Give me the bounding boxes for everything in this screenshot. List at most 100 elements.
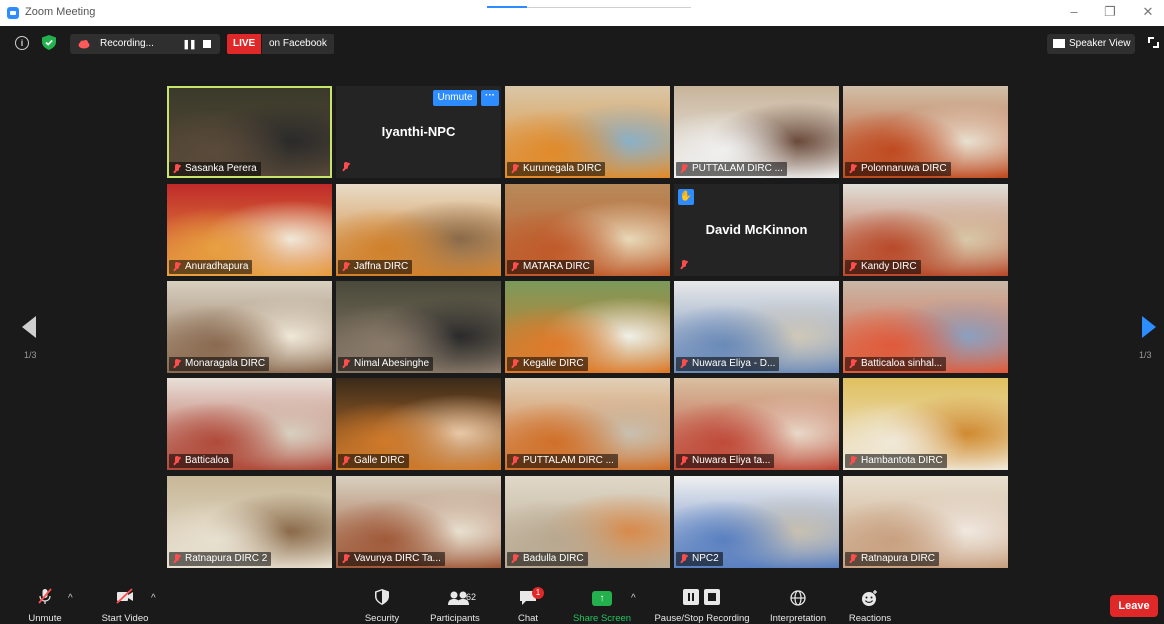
participant-video-tile[interactable]: Sasanka Perera: [167, 86, 332, 178]
muted-mic-icon: [342, 359, 350, 369]
start-video-button[interactable]: Start Video: [95, 585, 155, 624]
zoom-app-icon: [7, 7, 19, 19]
stop-recording-icon[interactable]: [203, 40, 211, 48]
participant-name: MATARA DIRC: [523, 261, 590, 272]
participant-name: Iyanthi-NPC: [381, 124, 456, 139]
participant-tile[interactable]: David McKinnon ✋: [674, 184, 839, 276]
muted-mic-icon: [680, 164, 688, 174]
security-button[interactable]: Security: [358, 585, 406, 624]
participant-tile[interactable]: Iyanthi-NPC Unmute ···: [336, 86, 501, 178]
participant-name: Batticaloa sinhal...: [861, 358, 943, 369]
participant-name: Kandy DIRC: [861, 261, 917, 272]
share-options-chevron-icon[interactable]: ^: [631, 593, 636, 604]
live-badge: LIVE: [227, 34, 262, 54]
tile-unmute-button[interactable]: Unmute: [433, 90, 477, 106]
live-target-label[interactable]: on Facebook: [262, 34, 334, 54]
participant-video-tile[interactable]: Batticaloa: [167, 378, 332, 470]
participant-name: Nuwara Eliya - D...: [692, 358, 776, 369]
speaker-view-button[interactable]: Speaker View: [1047, 34, 1135, 54]
video-options-chevron-icon[interactable]: ^: [151, 593, 156, 604]
participant-name: Ratnapura DIRC 2: [185, 553, 268, 564]
participant-video-tile[interactable]: Nimal Abesinghe: [336, 281, 501, 373]
participant-video-tile[interactable]: Nuwara Eliya ta...: [674, 378, 839, 470]
participant-video-tile[interactable]: Batticaloa sinhal...: [843, 281, 1008, 373]
recording-label: Recording...: [100, 38, 154, 49]
info-icon[interactable]: i: [15, 36, 29, 50]
security-shield-icon: [375, 589, 389, 605]
pause-recording-icon[interactable]: ❚❚: [182, 34, 196, 54]
participant-name-label: Galle DIRC: [338, 454, 409, 468]
participant-name: PUTTALAM DIRC ...: [523, 455, 614, 466]
participant-name-label: Polonnaruwa DIRC: [845, 162, 951, 176]
participant-name-label: Ratnapura DIRC 2: [169, 552, 272, 566]
encryption-shield-icon[interactable]: [42, 35, 56, 50]
participant-name-label: Batticaloa sinhal...: [845, 357, 947, 371]
fullscreen-icon[interactable]: [1148, 37, 1159, 48]
participant-name-label: Nuwara Eliya ta...: [676, 454, 775, 468]
pause-stop-icon: [683, 589, 720, 605]
grid-view-icon: [1053, 39, 1065, 48]
participant-name: PUTTALAM DIRC ...: [692, 163, 783, 174]
share-screen-label: Share Screen: [572, 613, 632, 624]
audio-options-chevron-icon[interactable]: ^: [68, 593, 73, 604]
participant-name-label: Badulla DIRC: [507, 552, 588, 566]
video-off-icon: [116, 588, 133, 604]
close-icon[interactable]: ✕: [1138, 4, 1158, 20]
participant-video-tile[interactable]: Polonnaruwa DIRC: [843, 86, 1008, 178]
chat-label: Chat: [517, 613, 539, 624]
participant-video-tile[interactable]: Hambantota DIRC: [843, 378, 1008, 470]
participant-name: Jaffna DIRC: [354, 261, 409, 272]
muted-mic-icon: [511, 359, 519, 369]
unmute-button[interactable]: Unmute: [20, 585, 70, 624]
muted-mic-icon: [511, 456, 519, 466]
window-title: Zoom Meeting: [25, 6, 96, 18]
globe-icon: [790, 590, 806, 606]
participant-video-tile[interactable]: Ratnapura DIRC: [843, 476, 1008, 568]
security-label: Security: [364, 613, 400, 624]
participant-video-tile[interactable]: Anuradhapura: [167, 184, 332, 276]
previous-page-arrow-icon[interactable]: [22, 316, 36, 338]
interpretation-button[interactable]: Interpretation: [765, 585, 831, 624]
recording-pill: Recording... ❚❚: [70, 34, 220, 54]
participant-video-tile[interactable]: Vavunya DIRC Ta...: [336, 476, 501, 568]
muted-mic-icon: [511, 554, 519, 564]
muted-mic-icon: [173, 359, 181, 369]
leave-button[interactable]: Leave: [1110, 595, 1158, 617]
muted-mic-icon: [342, 554, 350, 564]
tile-more-options-button[interactable]: ···: [481, 90, 499, 106]
participant-video-tile[interactable]: NPC2: [674, 476, 839, 568]
start-video-label: Start Video: [101, 613, 149, 624]
participant-video-tile[interactable]: Badulla DIRC: [505, 476, 670, 568]
share-screen-arrow-icon[interactable]: ↑: [592, 591, 612, 606]
participant-video-tile[interactable]: Jaffna DIRC: [336, 184, 501, 276]
participant-video-tile[interactable]: Nuwara Eliya - D...: [674, 281, 839, 373]
chat-unread-badge: 1: [532, 587, 544, 599]
reactions-button[interactable]: Reactions: [844, 585, 896, 624]
participant-name: Galle DIRC: [354, 455, 405, 466]
participant-video-tile[interactable]: PUTTALAM DIRC ...: [674, 86, 839, 178]
participant-name-label: PUTTALAM DIRC ...: [507, 454, 618, 468]
participant-name-label: Sasanka Perera: [169, 162, 261, 176]
muted-mic-icon: [342, 456, 350, 466]
participant-video-tile[interactable]: PUTTALAM DIRC ...: [505, 378, 670, 470]
window-titlebar: Zoom Meeting – ❐ ✕: [0, 0, 1164, 26]
titlebar-progress-line: [487, 6, 691, 8]
restore-icon[interactable]: ❐: [1100, 4, 1120, 20]
participant-video-tile[interactable]: Kandy DIRC: [843, 184, 1008, 276]
participant-name-label: Nuwara Eliya - D...: [676, 357, 780, 371]
participant-video-tile[interactable]: Kegalle DIRC: [505, 281, 670, 373]
pause-stop-recording-button[interactable]: Pause/Stop Recording: [650, 585, 754, 624]
participant-name-label: Monaragala DIRC: [169, 357, 270, 371]
participant-video-tile[interactable]: Ratnapura DIRC 2: [167, 476, 332, 568]
minimize-icon[interactable]: –: [1064, 4, 1084, 19]
participant-name: Batticaloa: [185, 455, 229, 466]
participants-button[interactable]: Participants: [426, 585, 484, 624]
participants-label: Participants: [430, 613, 480, 624]
next-page-arrow-icon[interactable]: [1142, 316, 1156, 338]
participant-name: Nimal Abesinghe: [354, 358, 430, 369]
participant-video-tile[interactable]: MATARA DIRC: [505, 184, 670, 276]
participant-video-tile[interactable]: Galle DIRC: [336, 378, 501, 470]
participant-video-tile[interactable]: Monaragala DIRC: [167, 281, 332, 373]
muted-mic-icon: [173, 554, 181, 564]
participant-video-tile[interactable]: Kurunegala DIRC: [505, 86, 670, 178]
